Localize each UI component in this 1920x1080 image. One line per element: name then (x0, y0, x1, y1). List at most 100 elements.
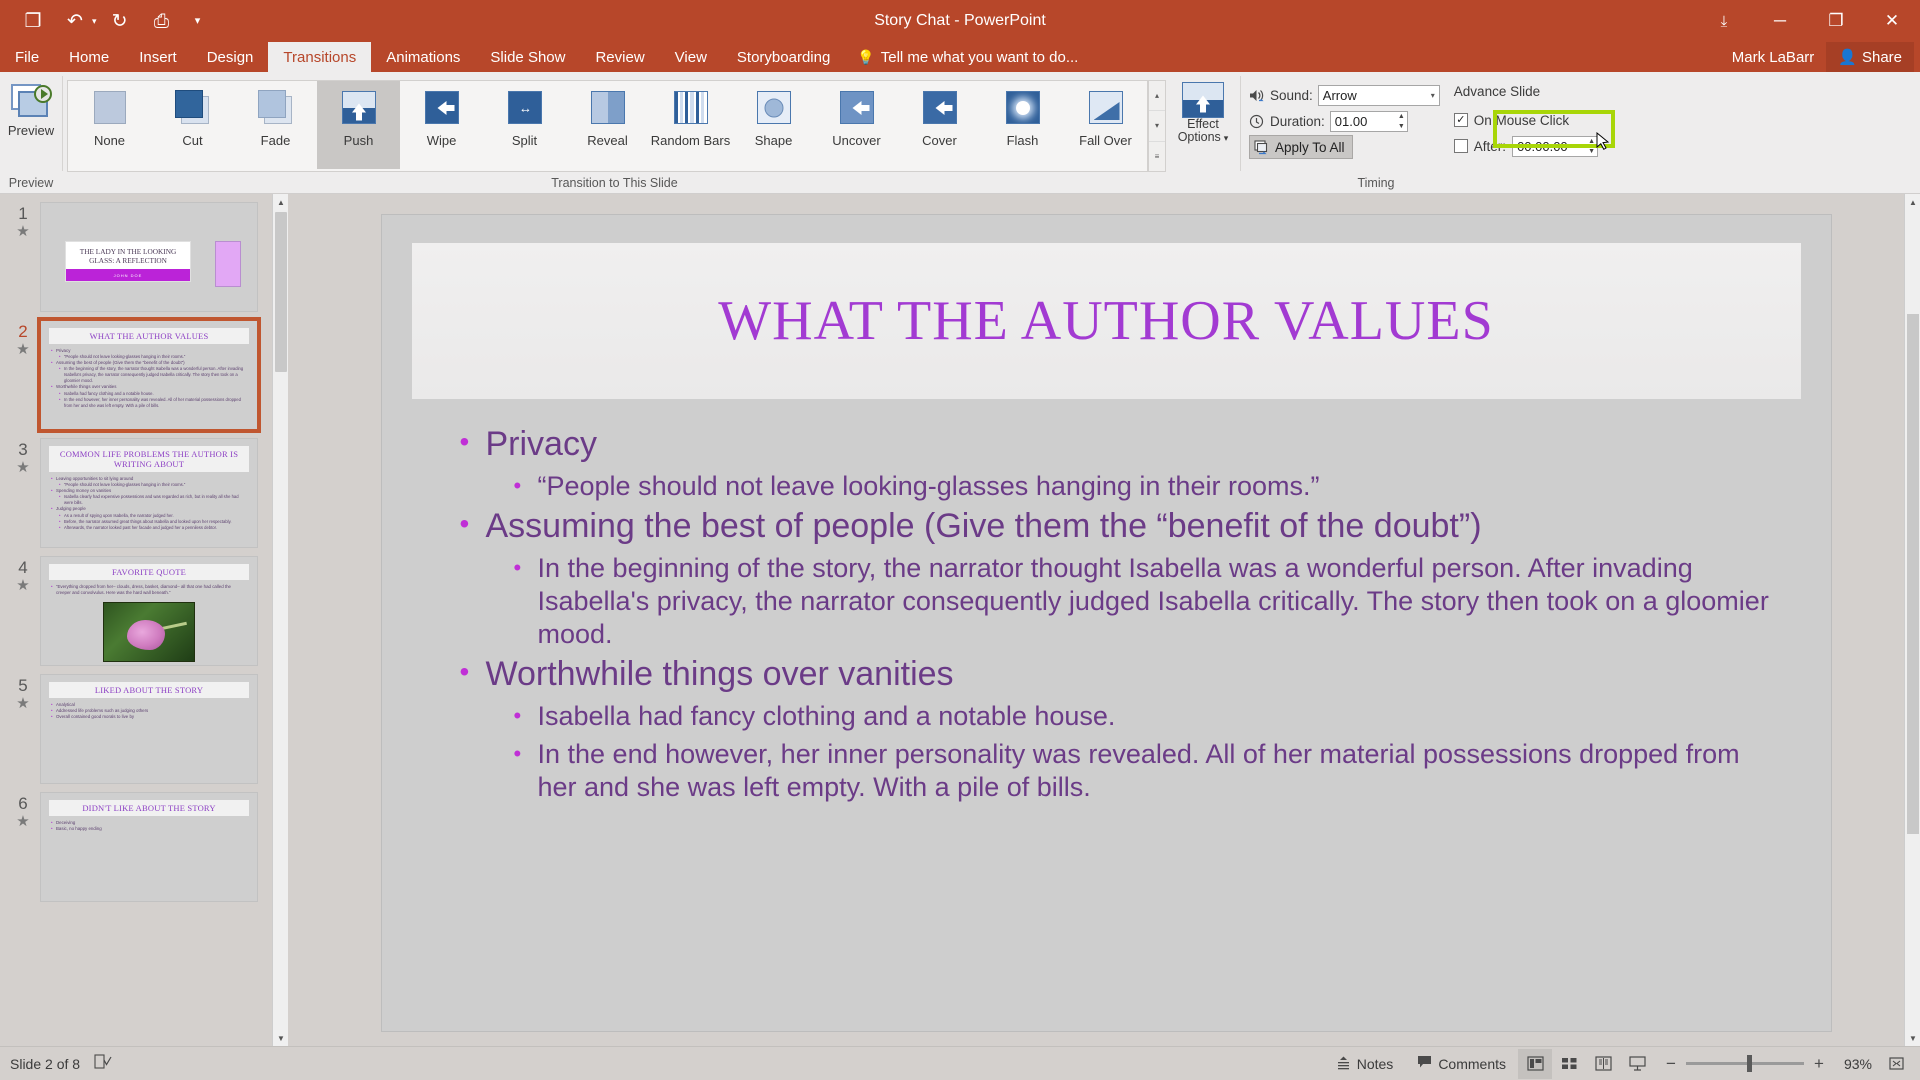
tab-storyboarding[interactable]: Storyboarding (722, 42, 845, 72)
transition-random-bars[interactable]: Random Bars (649, 81, 732, 169)
gallery-scroll-down-icon[interactable]: ▾ (1149, 111, 1165, 142)
scroll-up-icon[interactable]: ▲ (273, 194, 288, 210)
after-checkbox[interactable] (1453, 139, 1468, 153)
accessibility-checker-icon[interactable] (94, 1054, 112, 1073)
thumbnail-row-4[interactable]: 4 ★ FAVORITE QUOTE “Everything dropped f… (0, 548, 288, 666)
close-icon[interactable]: ✕ (1864, 0, 1920, 42)
transition-fall-over[interactable]: Fall Over (1064, 81, 1147, 169)
on-mouse-click-row[interactable]: ✓ On Mouse Click (1453, 109, 1598, 131)
thumbnail-scrollbar[interactable]: ▲ ▼ (272, 194, 288, 1046)
transition-cover[interactable]: Cover (898, 81, 981, 169)
thumbnail-row-5[interactable]: 5 ★ LIKED ABOUT THE STORY Analytical Add… (0, 666, 288, 784)
gallery-more-icon[interactable]: ≡ (1149, 142, 1165, 171)
thumbnail-row-2[interactable]: 2 ★ WHAT THE AUTHOR VALUES Privacy “Peop… (0, 312, 288, 433)
tab-transitions[interactable]: Transitions (268, 42, 372, 72)
thumbnail-row-6[interactable]: 6 ★ DIDN'T LIKE ABOUT THE STORY Deceivin… (0, 784, 288, 902)
tab-review[interactable]: Review (580, 42, 659, 72)
after-row[interactable]: After: 00:00.00 ▲ ▼ (1453, 135, 1599, 157)
transition-uncover[interactable]: Uncover (815, 81, 898, 169)
fit-slide-to-window-icon[interactable] (1882, 1050, 1910, 1078)
transition-star-icon[interactable]: ★ (16, 814, 29, 829)
slide-thumbnail-pane[interactable]: 1 ★ THE LADY IN THE LOOKING GLASS: A REF… (0, 194, 288, 1046)
thumbnail-slide-5[interactable]: LIKED ABOUT THE STORY Analytical Address… (40, 674, 258, 784)
transition-push[interactable]: Push (317, 81, 400, 169)
transition-none[interactable]: None (68, 81, 151, 169)
customize-qat-icon[interactable]: ▾ (185, 4, 211, 38)
preview-button[interactable]: Preview (1, 78, 61, 138)
tab-file[interactable]: File (0, 42, 54, 72)
scroll-up-icon[interactable]: ▲ (1905, 194, 1920, 210)
thumbnail-row-1[interactable]: 1 ★ THE LADY IN THE LOOKING GLASS: A REF… (0, 194, 288, 312)
restore-icon[interactable]: ❐ (1808, 0, 1864, 42)
reading-view-icon[interactable] (1586, 1049, 1620, 1079)
thumbnail-row-3[interactable]: 3 ★ COMMON LIFE PROBLEMS THE AUTHOR IS W… (0, 430, 288, 548)
zoom-slider-handle[interactable] (1747, 1055, 1753, 1072)
tab-view[interactable]: View (660, 42, 722, 72)
undo-dropdown-icon[interactable]: ▾ (92, 16, 97, 27)
thumbnail-slide-4[interactable]: FAVORITE QUOTE “Everything dropped from … (40, 556, 258, 666)
scroll-down-icon[interactable]: ▼ (1905, 1030, 1920, 1046)
gallery-scroll-up-icon[interactable]: ▴ (1149, 81, 1165, 112)
transition-shape[interactable]: Shape (732, 81, 815, 169)
tab-home[interactable]: Home (54, 42, 124, 72)
apply-to-all-button[interactable]: Apply To All (1249, 135, 1353, 159)
duration-spin-buttons[interactable]: ▲ ▼ (1398, 113, 1405, 130)
transition-flash[interactable]: Flash (981, 81, 1064, 169)
scrollbar-thumb[interactable] (1907, 314, 1919, 834)
redo-icon[interactable]: ↻ (101, 4, 139, 38)
transition-star-icon[interactable]: ★ (16, 696, 29, 711)
scrollbar-thumb[interactable] (275, 212, 287, 372)
zoom-level[interactable]: 93% (1834, 1056, 1872, 1072)
tab-animations[interactable]: Animations (371, 42, 475, 72)
transition-wipe[interactable]: Wipe (400, 81, 483, 169)
transition-reveal[interactable]: Reveal (566, 81, 649, 169)
slide-title-placeholder[interactable]: WHAT THE AUTHOR VALUES (411, 243, 1801, 399)
comments-button[interactable]: Comments (1405, 1049, 1518, 1079)
after-spinner[interactable]: 00:00.00 ▲ ▼ (1512, 135, 1599, 157)
tab-design[interactable]: Design (192, 42, 269, 72)
transition-star-icon[interactable]: ★ (16, 578, 29, 593)
current-slide[interactable]: WHAT THE AUTHOR VALUES Privacy “People s… (381, 215, 1831, 1031)
thumbnail-slide-2[interactable]: WHAT THE AUTHOR VALUES Privacy “People s… (37, 317, 261, 433)
transition-fade[interactable]: Fade (234, 81, 317, 169)
minimize-icon[interactable]: ─ (1752, 0, 1808, 42)
start-presentation-icon[interactable]: ⎙ (143, 4, 181, 38)
transition-star-icon[interactable]: ★ (16, 460, 29, 475)
share-button[interactable]: 👤 Share (1826, 42, 1914, 72)
duration-spinner[interactable]: 01.00 ▲ ▼ (1329, 110, 1408, 132)
tab-slide-show[interactable]: Slide Show (475, 42, 580, 72)
window-controls: ⤓ ─ ❐ ✕ (1696, 0, 1920, 42)
slide-show-view-icon[interactable] (1620, 1049, 1654, 1079)
gallery-scrollbar[interactable]: ▴ ▾ ≡ (1148, 80, 1166, 172)
editor-scrollbar[interactable]: ▲ ▼ (1904, 194, 1920, 1046)
transition-split[interactable]: ↔ Split (483, 81, 566, 169)
undo-icon[interactable]: ↶ (56, 4, 94, 38)
normal-view-icon[interactable] (1518, 1048, 1552, 1079)
tab-insert[interactable]: Insert (124, 42, 192, 72)
slide-sorter-view-icon[interactable] (1552, 1049, 1586, 1079)
sound-dropdown[interactable]: Arrow ▾ (1317, 84, 1440, 106)
transition-cut[interactable]: Cut (151, 81, 234, 169)
zoom-control[interactable]: − + 93% (1654, 1054, 1882, 1074)
thumbnail-slide-1[interactable]: THE LADY IN THE LOOKING GLASS: A REFLECT… (40, 202, 258, 312)
transition-star-icon[interactable]: ★ (16, 224, 29, 239)
thumbnail-slide-6[interactable]: DIDN'T LIKE ABOUT THE STORY Deceiving Ba… (40, 792, 258, 902)
transition-star-icon[interactable]: ★ (16, 342, 29, 357)
save-icon[interactable]: ❐ (14, 4, 52, 38)
zoom-slider[interactable] (1686, 1055, 1804, 1072)
window-title: Story Chat - PowerPoint (874, 12, 1046, 29)
on-mouse-click-checkbox[interactable]: ✓ (1453, 113, 1468, 127)
thumbnail-slide-3[interactable]: COMMON LIFE PROBLEMS THE AUTHOR IS WRITI… (40, 438, 258, 548)
slide-body-placeholder[interactable]: Privacy “People should not leave looking… (456, 421, 1771, 804)
scroll-down-icon[interactable]: ▼ (273, 1030, 288, 1046)
effect-options-button[interactable]: Effect Options ▾ (1167, 78, 1239, 145)
ribbon-display-options-icon[interactable]: ⤓ (1696, 0, 1752, 42)
tell-me-search[interactable]: 💡 Tell me what you want to do... (845, 42, 1090, 72)
zoom-out-button[interactable]: − (1664, 1054, 1678, 1074)
slide-indicator[interactable]: Slide 2 of 8 (10, 1056, 80, 1072)
after-spin-buttons[interactable]: ▲ ▼ (1588, 138, 1595, 155)
notes-button[interactable]: Notes (1324, 1049, 1406, 1079)
quick-access-toolbar: ❐ ↶ ▾ ↻ ⎙ ▾ (0, 4, 211, 38)
zoom-in-button[interactable]: + (1812, 1054, 1826, 1074)
user-name[interactable]: Mark LaBarr (1720, 49, 1827, 66)
